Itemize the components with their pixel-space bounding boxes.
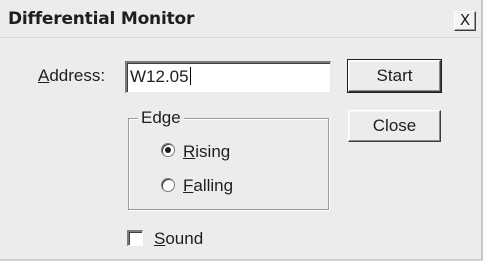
- close-window-button[interactable]: X: [454, 11, 476, 31]
- sound-label-text: ound: [165, 229, 204, 248]
- edge-group-title: Edge: [138, 108, 184, 128]
- address-input[interactable]: W12.05: [125, 61, 331, 93]
- sound-checkbox[interactable]: [127, 230, 143, 246]
- falling-radio[interactable]: [161, 178, 175, 192]
- edge-groupbox: [128, 118, 329, 210]
- close-icon: X: [459, 11, 471, 29]
- rising-radio[interactable]: [161, 143, 175, 157]
- rising-mnemonic: R: [183, 142, 196, 161]
- address-label-mnemonic: A: [38, 66, 50, 85]
- falling-mnemonic: F: [183, 176, 194, 195]
- text-caret: [189, 67, 191, 85]
- differential-monitor-dialog: Differential Monitor X Address: W12.05 S…: [0, 0, 483, 261]
- radio-selected-dot: [165, 147, 171, 153]
- address-label: Address:: [38, 66, 105, 86]
- window-title: Differential Monitor: [8, 9, 195, 29]
- address-label-text: ddress:: [49, 66, 106, 85]
- rising-label-text: ising: [195, 142, 231, 161]
- title-bar[interactable]: Differential Monitor X: [0, 0, 481, 38]
- address-input-value: W12.05: [130, 67, 189, 86]
- close-button[interactable]: Close: [348, 110, 441, 142]
- falling-label-text: alling: [193, 176, 234, 195]
- start-button[interactable]: Start: [347, 59, 442, 93]
- rising-label[interactable]: Rising: [183, 142, 230, 162]
- sound-mnemonic: S: [154, 229, 166, 248]
- falling-label[interactable]: Falling: [183, 176, 233, 196]
- sound-label[interactable]: Sound: [154, 229, 203, 249]
